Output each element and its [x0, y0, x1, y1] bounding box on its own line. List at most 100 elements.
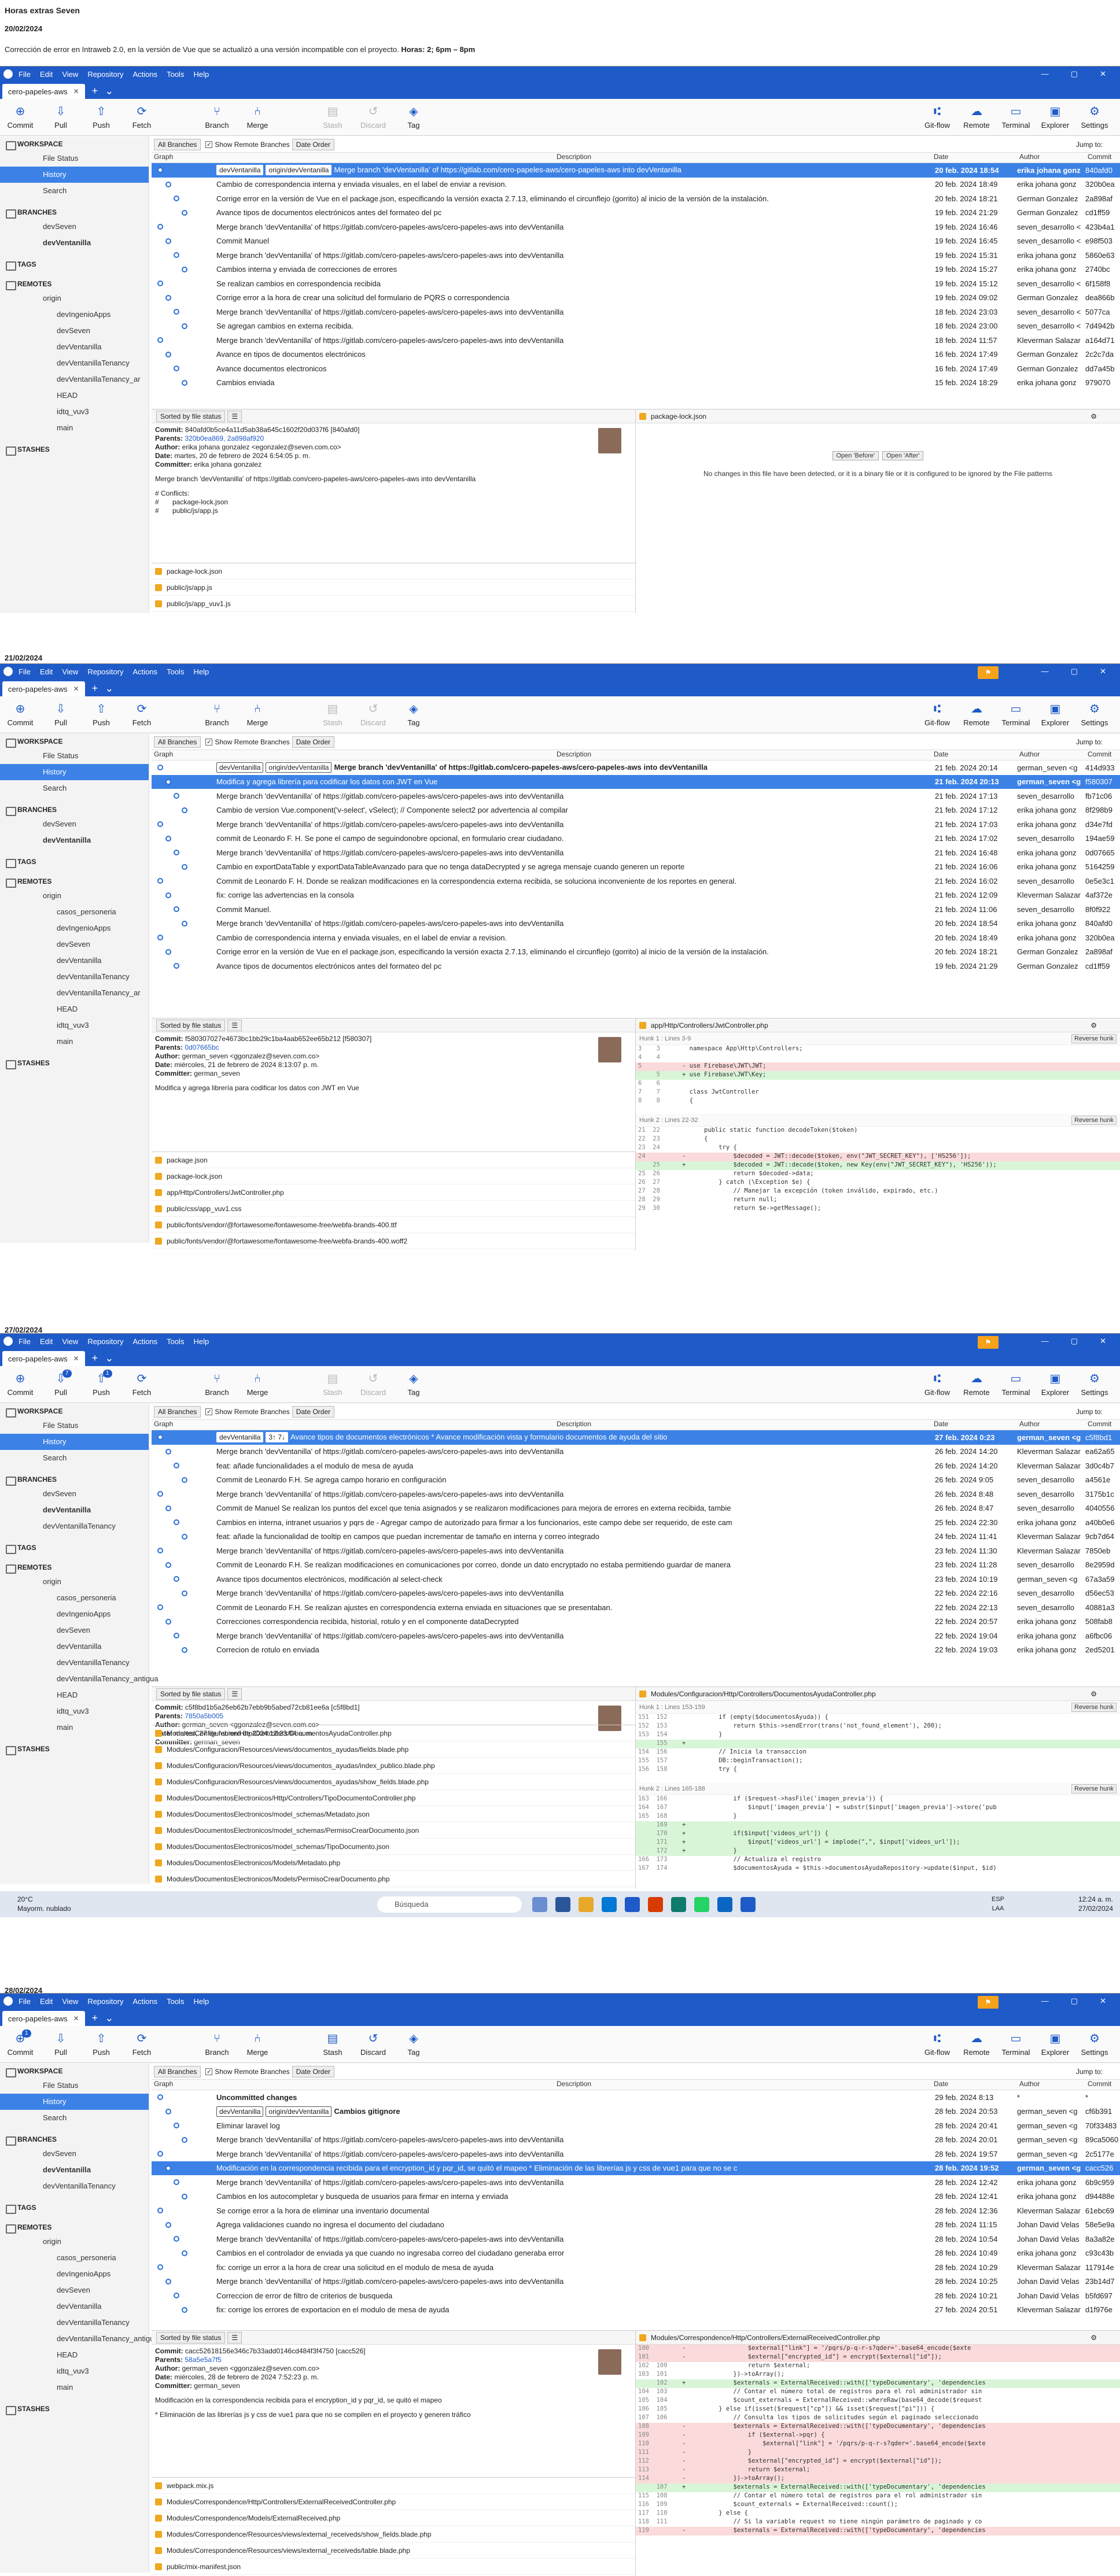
- close-tab-icon[interactable]: ✕: [73, 685, 79, 693]
- terminal-button[interactable]: ▭ Terminal: [996, 2032, 1036, 2057]
- maximize-icon[interactable]: ▢: [1071, 667, 1078, 676]
- commit-row[interactable]: Uncommitted changes 29 feb. 2024 8:13 * *: [152, 2090, 1120, 2105]
- changed-file-item[interactable]: app/Http/Controllers/JwtController.php: [152, 1184, 635, 1201]
- taskbar-app-icon[interactable]: [579, 1897, 594, 1912]
- column-desc[interactable]: Description: [214, 153, 931, 163]
- sidebar-branch[interactable]: devSeven: [0, 219, 149, 235]
- commit-row[interactable]: Commit de Leonardo F. H. Donde se realiz…: [152, 874, 1120, 888]
- settings-button[interactable]: ⚙ Settings: [1075, 702, 1114, 727]
- changed-file-item[interactable]: Modules/Correspondence/Resources/views/e…: [152, 2526, 635, 2542]
- commit-row[interactable]: Corrige error en la versión de Vue en el…: [152, 191, 1120, 206]
- sidebar-section-stashes[interactable]: STASHES: [0, 2401, 149, 2415]
- commit-row[interactable]: Merge branch 'devVentanilla' of https://…: [152, 1586, 1120, 1601]
- changed-file-item[interactable]: webpack.mix.js: [152, 2478, 635, 2494]
- weather-widget[interactable]: 20°C Mayorm. nublado: [17, 1895, 71, 1913]
- sidebar-remote-branch[interactable]: devIngenioApps: [0, 920, 149, 936]
- commit-info-parents[interactable]: 58a5e5a7f5: [185, 2356, 221, 2364]
- settings-button[interactable]: ⚙ Settings: [1075, 1372, 1114, 1397]
- commit-row[interactable]: Avance documentos electronicos 16 feb. 20…: [152, 361, 1120, 376]
- column-author[interactable]: Author: [1017, 2080, 1085, 2090]
- changed-file-item[interactable]: Modules/Configuracion/Resources/views/do…: [152, 1774, 635, 1790]
- add-tab-icon[interactable]: +: [92, 682, 98, 696]
- language-indicator[interactable]: ESP LAA: [992, 1895, 1004, 1913]
- branch-tag[interactable]: devVentanilla: [216, 762, 264, 773]
- changed-file-item[interactable]: Modules/DocumentosElectronicos/model_sch…: [152, 1839, 635, 1855]
- commit-row[interactable]: Merge branch 'devVentanilla' of https://…: [152, 305, 1120, 319]
- sidebar-section-remotes[interactable]: REMOTES: [0, 1560, 149, 1574]
- sort-dropdown[interactable]: Sorted by file status: [156, 1688, 226, 1700]
- menu-item-repository[interactable]: Repository: [87, 1337, 123, 1346]
- merge-button[interactable]: ⑃ Merge: [237, 2032, 278, 2057]
- sidebar-remote-branch[interactable]: devVentanilla: [0, 2298, 149, 2315]
- sidebar-branch[interactable]: devSeven: [0, 1486, 149, 1502]
- show-remote-checkbox[interactable]: ✓ Show Remote Branches: [205, 1408, 290, 1416]
- notification-flag-icon[interactable]: ⚑: [978, 1336, 999, 1349]
- close-icon[interactable]: ✕: [1100, 69, 1106, 79]
- remote-button[interactable]: ☁ Remote: [957, 2032, 996, 2057]
- branches-dropdown[interactable]: All Branches: [154, 736, 201, 748]
- gear-icon[interactable]: ⚙: [1090, 412, 1097, 420]
- sidebar-remote-branch[interactable]: main: [0, 2379, 149, 2396]
- commit-row[interactable]: Merge branch 'devVentanilla' of https://…: [152, 917, 1120, 931]
- explorer-button[interactable]: ▣ Explorer: [1036, 1372, 1075, 1397]
- sidebar-section-remotes[interactable]: REMOTES: [0, 874, 149, 888]
- commit-row[interactable]: Merge branch 'devVentanilla' of https://…: [152, 248, 1120, 263]
- sidebar-section-branches[interactable]: BRANCHES: [0, 2132, 149, 2146]
- commit-row[interactable]: devVentanilla 3↑ 7↓ Avance tipos de docume…: [152, 1430, 1120, 1445]
- branch-tag[interactable]: 3↑ 7↓: [266, 1432, 289, 1443]
- column-date[interactable]: Date: [931, 1420, 1017, 1430]
- commit-row[interactable]: Avance tipos de documentos electrónicos …: [152, 206, 1120, 220]
- sidebar-section-tags[interactable]: TAGS: [0, 854, 149, 868]
- reverse-hunk-button[interactable]: Reverse hunk: [1071, 1784, 1117, 1793]
- commit-row[interactable]: fix: corrige un error a la hora de crear…: [152, 2260, 1120, 2275]
- gear-icon[interactable]: ⚙: [1090, 1021, 1097, 1029]
- commit-row[interactable]: Merge branch 'devVentanilla' of https://…: [152, 220, 1120, 234]
- checkbox-checked-icon[interactable]: ✓: [205, 1408, 213, 1415]
- list-view-icon[interactable]: ☰: [227, 410, 242, 422]
- fetch-button[interactable]: ⟳ Fetch: [121, 702, 162, 727]
- menu-item-repository[interactable]: Repository: [87, 667, 123, 676]
- commit-info-parents[interactable]: 0d07665bc: [185, 1043, 219, 1051]
- commit-row[interactable]: Merge branch 'devVentanilla' of https://…: [152, 846, 1120, 860]
- taskbar-app-icon[interactable]: [671, 1897, 686, 1912]
- commit-row[interactable]: Correccion de error de filtro de criteri…: [152, 2289, 1120, 2303]
- sidebar-section-branches[interactable]: BRANCHES: [0, 1472, 149, 1486]
- push-button[interactable]: ⇧ Push: [81, 105, 121, 130]
- sidebar-remote-branch[interactable]: devVentanillaTenancy: [0, 2315, 149, 2331]
- sidebar-branch[interactable]: devVentanilla: [0, 235, 149, 251]
- column-commit[interactable]: Commit: [1085, 2080, 1120, 2090]
- minimize-icon[interactable]: —: [1041, 69, 1049, 79]
- menu-item-tools[interactable]: Tools: [167, 1997, 184, 2006]
- pull-button[interactable]: ⇩ Pull: [40, 2032, 81, 2057]
- changed-file-item[interactable]: Modules/Correspondence/Http/Controllers/…: [152, 2494, 635, 2510]
- commit-row[interactable]: Avance en tipos de documentos electrónic…: [152, 348, 1120, 362]
- sidebar-section-tags[interactable]: TAGS: [0, 1540, 149, 1554]
- menu-item-edit[interactable]: Edit: [40, 70, 53, 79]
- stash-button[interactable]: ▤ Stash: [312, 2032, 353, 2057]
- reverse-hunk-button[interactable]: Reverse hunk: [1071, 1115, 1117, 1125]
- commit-row[interactable]: Merge branch 'devVentanilla' of https://…: [152, 817, 1120, 832]
- sidebar-remote-branch[interactable]: devSeven: [0, 323, 149, 339]
- changed-file-item[interactable]: Modules/DocumentosElectronicos/Models/Me…: [152, 1855, 635, 1871]
- changed-file-item[interactable]: Modules/Correspondence/Models/ExternalRe…: [152, 2510, 635, 2526]
- sidebar-section-workspace[interactable]: WORKSPACE: [0, 2064, 149, 2077]
- branch-button[interactable]: ⑂ Branch: [197, 2032, 237, 2057]
- repo-tab[interactable]: cero-papeles-aws ✕: [2, 681, 85, 696]
- list-view-icon[interactable]: ☰: [227, 2331, 242, 2344]
- column-desc[interactable]: Description: [214, 2080, 931, 2090]
- taskbar-app-icon[interactable]: [740, 1897, 756, 1912]
- column-graph[interactable]: Graph: [152, 2080, 214, 2090]
- minimize-icon[interactable]: —: [1041, 1337, 1049, 1346]
- menu-item-help[interactable]: Help: [193, 1997, 209, 2006]
- changed-file-item[interactable]: Modules/DocumentosElectronicos/model_sch…: [152, 1806, 635, 1822]
- fetch-button[interactable]: ⟳ Fetch: [121, 105, 162, 130]
- commit-button[interactable]: ⊕ Commit: [0, 105, 40, 130]
- commit-row[interactable]: Merge branch 'devVentanilla' of https://…: [152, 1445, 1120, 1459]
- sidebar-remote-branch[interactable]: devSeven: [0, 936, 149, 953]
- sidebar-remote-branch[interactable]: idtq_vuv3: [0, 2363, 149, 2379]
- sidebar-remote-branch[interactable]: HEAD: [0, 1687, 149, 1703]
- tag-button[interactable]: ◈ Tag: [393, 702, 434, 727]
- sidebar-item-file-status[interactable]: File Status: [0, 1418, 149, 1434]
- push-button[interactable]: ⇧ Push: [81, 2032, 121, 2057]
- pull-button[interactable]: ⇩ Pull: [40, 702, 81, 727]
